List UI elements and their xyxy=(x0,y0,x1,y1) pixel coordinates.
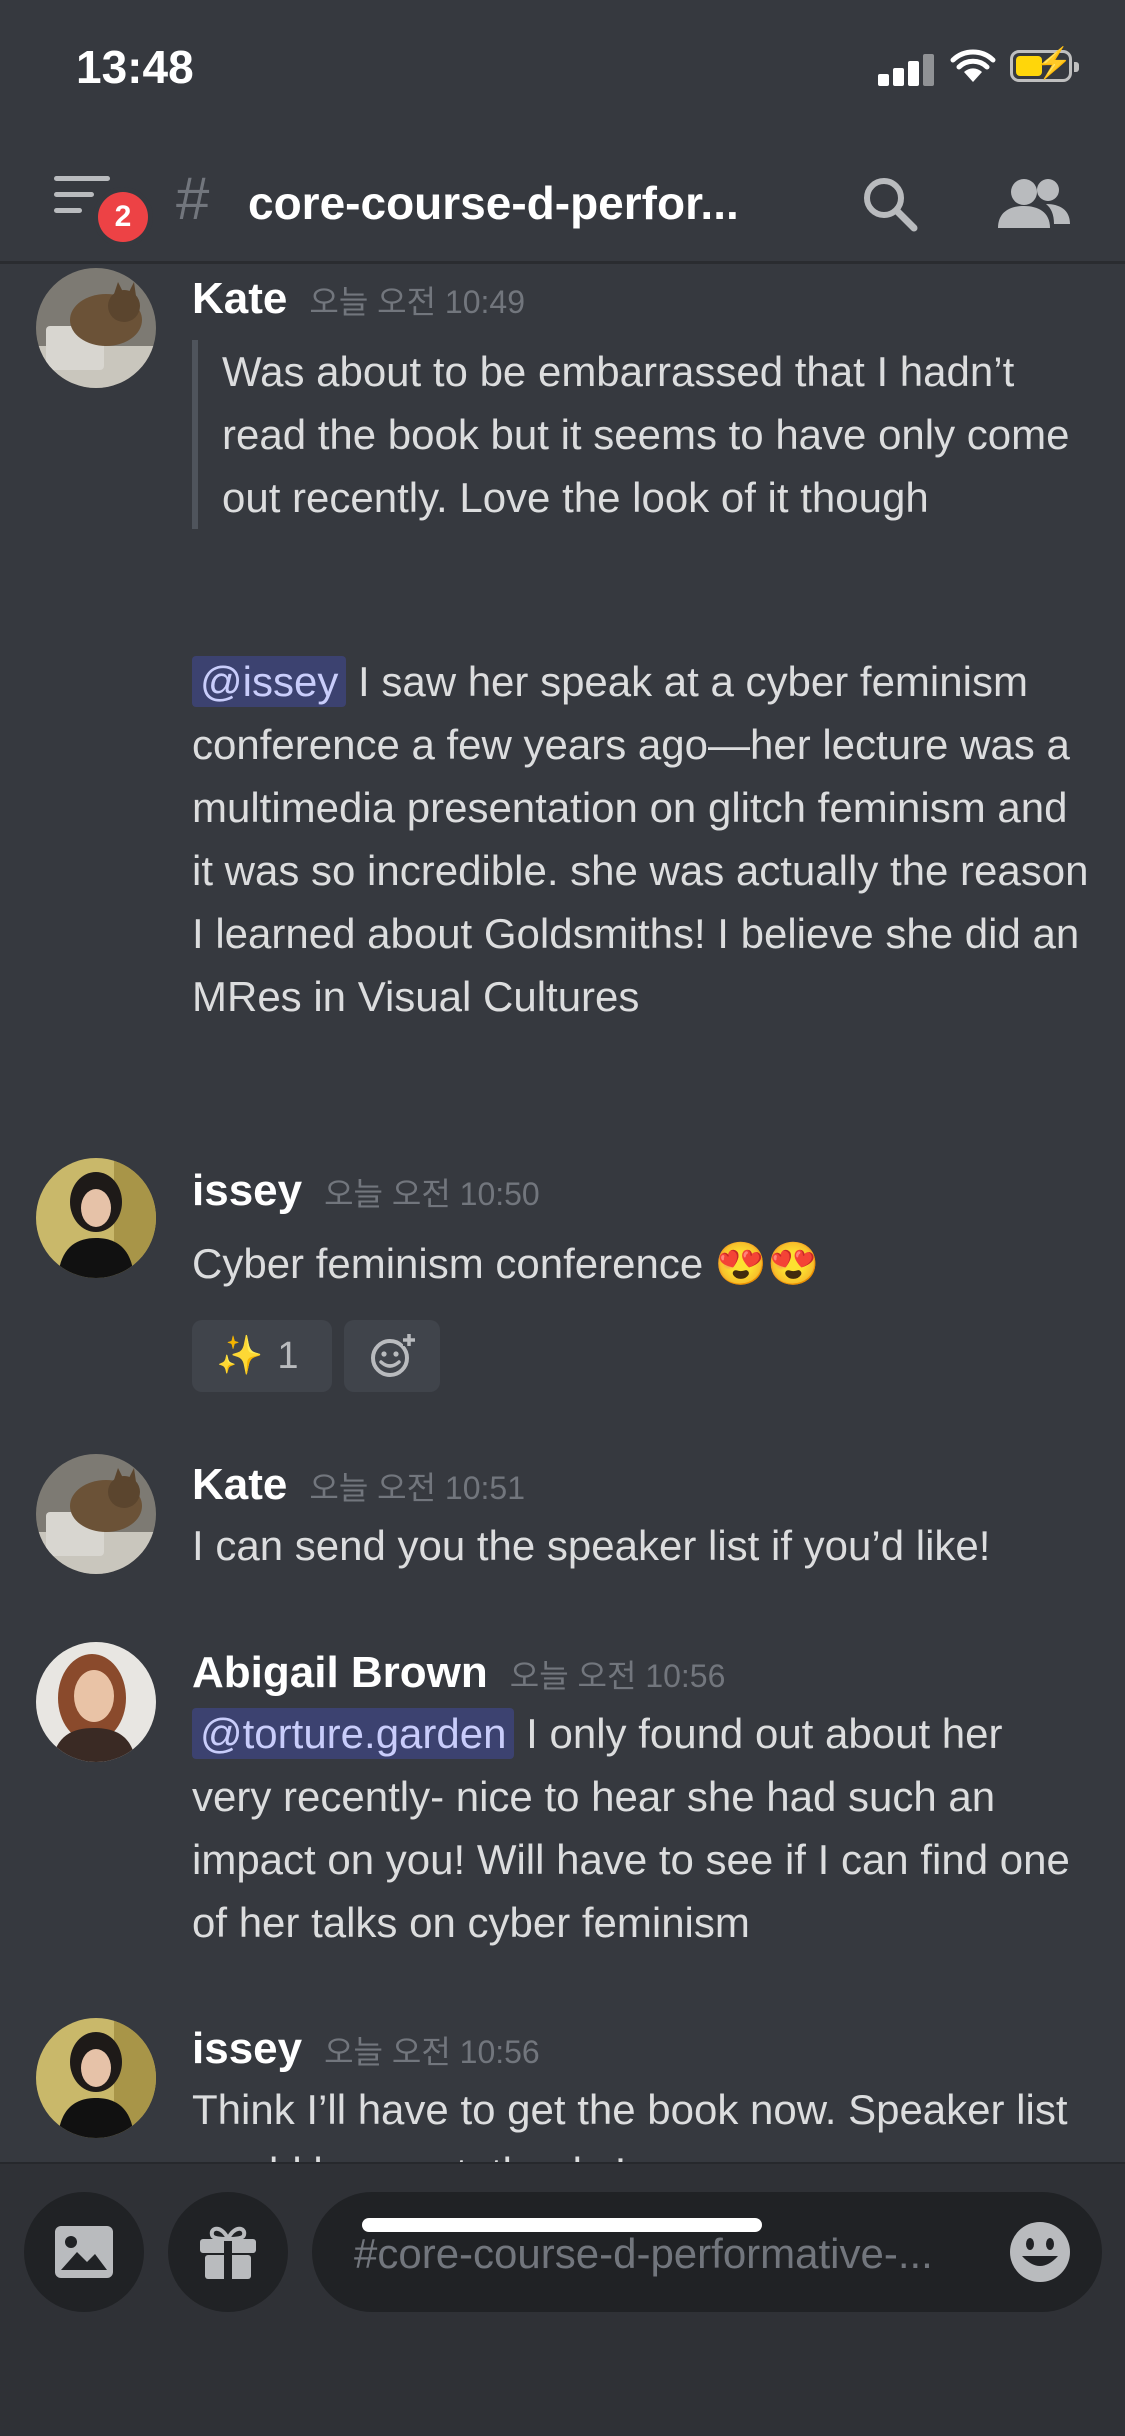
message-text: Think I’ll have to get the book now. Spe… xyxy=(192,2086,1068,2162)
gift-icon xyxy=(200,2226,256,2279)
message-timestamp: 오늘 오전 10:49 xyxy=(309,284,525,320)
message-timestamp: 오늘 오전 10:50 xyxy=(324,1176,540,1212)
attach-image-button[interactable] xyxy=(24,2192,144,2312)
avatar-kate[interactable] xyxy=(36,1454,156,1574)
members-icon[interactable] xyxy=(996,174,1072,234)
add-reaction-button[interactable] xyxy=(344,1320,440,1392)
avatar-abigail-brown[interactable] xyxy=(36,1642,156,1762)
channel-hash-icon: # xyxy=(176,165,210,232)
message-timestamp: 오늘 오전 10:56 xyxy=(509,1658,726,1694)
user-mention[interactable]: @torture.garden xyxy=(192,1708,515,1759)
cellular-signal-icon xyxy=(878,52,936,86)
reaction-sparkles[interactable]: ✨ 1 xyxy=(192,1320,332,1392)
message-text: @torture.garden I only found out about h… xyxy=(192,1708,1070,1946)
message-author[interactable]: issey 오늘 오전 10:50 xyxy=(192,1166,540,1216)
sparkles-icon: ✨ xyxy=(216,1335,264,1377)
search-icon[interactable] xyxy=(860,174,920,234)
emoji-picker-icon[interactable] xyxy=(1008,2220,1072,2284)
message-author[interactable]: Kate 오늘 오전 10:51 xyxy=(192,1460,525,1510)
message-input-placeholder: #core-course-d-performative-... xyxy=(354,2230,933,2277)
image-icon xyxy=(55,2226,113,2278)
message-quote: Was about to be embarrassed that I hadn’… xyxy=(192,340,1092,529)
home-indicator[interactable] xyxy=(362,2218,762,2232)
battery-charging-icon: ⚡ xyxy=(1010,49,1079,82)
message-timestamp: 오늘 오전 10:51 xyxy=(309,1470,525,1506)
message-text: I can send you the speaker list if you’d… xyxy=(192,1522,991,1569)
status-time: 13:48 xyxy=(76,41,194,93)
message-text: @issey I saw her speak at a cyber femini… xyxy=(192,656,1089,1020)
wifi-icon xyxy=(950,49,996,82)
message-input[interactable]: #core-course-d-performative-... xyxy=(312,2192,1102,2312)
message-author[interactable]: issey 오늘 오전 10:56 xyxy=(192,2024,540,2074)
message-text: Cyber feminism conference 😍😍 xyxy=(192,1240,820,1287)
message-list[interactable]: Kate 오늘 오전 10:49 Was about to be embarras… xyxy=(0,264,1125,2162)
reaction-count: 1 xyxy=(277,1334,299,1377)
message-composer: #core-course-d-performative-... xyxy=(0,2162,1125,2436)
avatar-kate[interactable] xyxy=(36,268,156,388)
user-mention[interactable]: @issey xyxy=(192,656,347,707)
avatar-issey[interactable] xyxy=(36,1158,156,1278)
avatar-issey[interactable] xyxy=(36,2018,156,2138)
message-timestamp: 오늘 오전 10:56 xyxy=(324,2034,540,2070)
channel-title[interactable]: core-course-d-perfor... xyxy=(248,176,778,230)
message-author[interactable]: Abigail Brown 오늘 오전 10:56 xyxy=(192,1648,725,1698)
unread-badge: 2 xyxy=(98,192,148,242)
message-author[interactable]: Kate 오늘 오전 10:49 xyxy=(192,274,525,324)
add-reaction-icon xyxy=(371,1334,415,1377)
status-bar: 13:48 ⚡ xyxy=(0,0,1125,140)
channel-header: 2 # core-course-d-perfor... xyxy=(0,140,1125,264)
gift-button[interactable] xyxy=(168,2192,288,2312)
